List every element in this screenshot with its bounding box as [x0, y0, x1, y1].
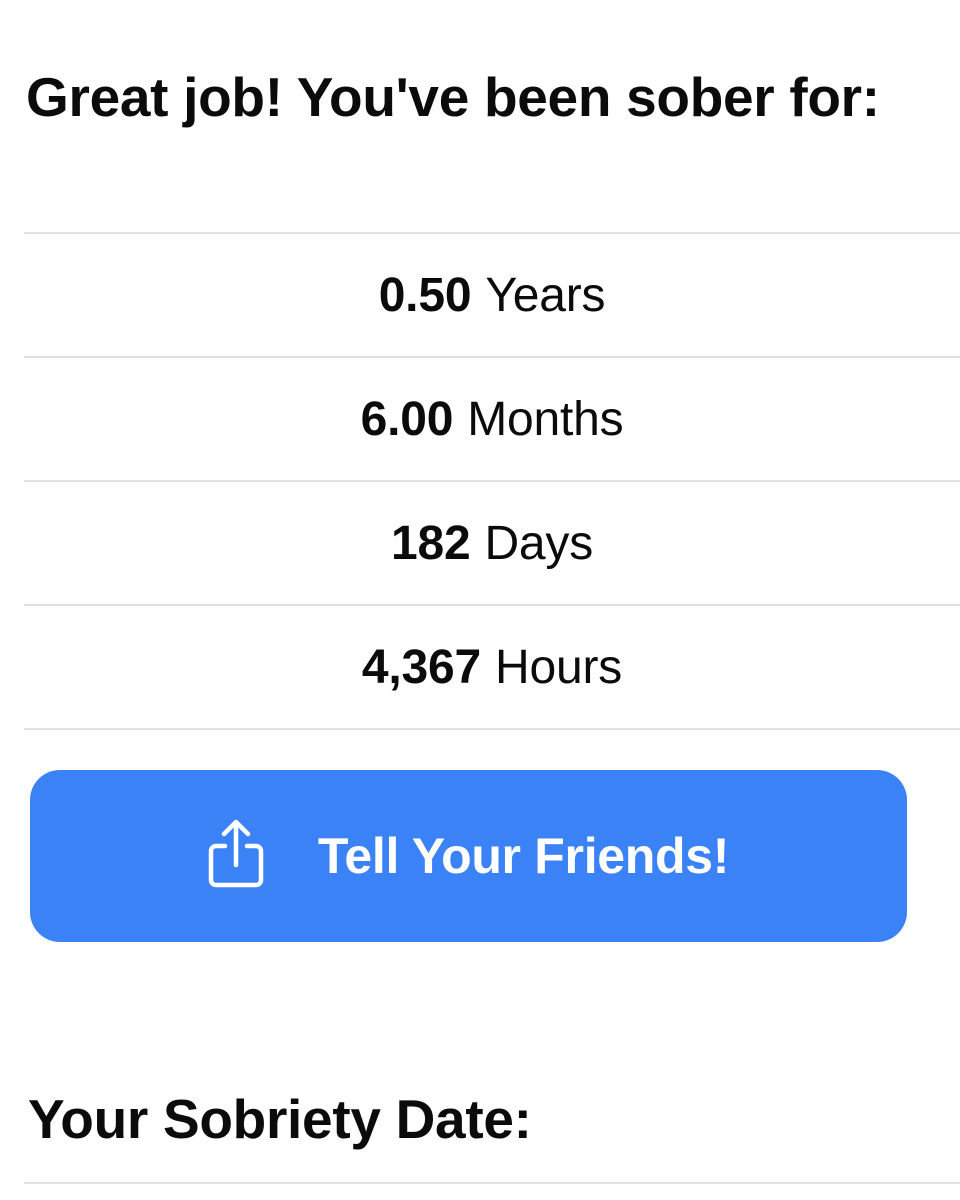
sobriety-stats-list: 0.50 Years 6.00 Months 182 Days 4,367 Ho…: [24, 232, 960, 730]
sobriety-counter-screen: Great job! You've been sober for: 0.50 Y…: [0, 0, 960, 1200]
stat-value: 182: [390, 516, 471, 570]
stat-unit: Months: [467, 392, 624, 446]
sobriety-date-heading: Your Sobriety Date:: [28, 1088, 532, 1150]
stat-unit: Days: [484, 516, 594, 570]
stat-unit: Years: [485, 268, 606, 322]
stat-row-days: 182 Days: [24, 482, 960, 604]
share-icon: [208, 819, 264, 888]
stat-unit: Hours: [495, 640, 623, 694]
stat-row-months: 6.00 Months: [24, 358, 960, 480]
stat-value: 4,367: [361, 640, 482, 694]
share-button-label: Tell Your Friends!: [317, 828, 730, 884]
page-title: Great job! You've been sober for:: [26, 66, 880, 128]
stat-value: 0.50: [378, 268, 472, 322]
tell-your-friends-button[interactable]: Tell Your Friends!: [30, 770, 907, 942]
divider: [24, 728, 960, 730]
divider: [24, 1182, 960, 1184]
stat-row-hours: 4,367 Hours: [24, 606, 960, 728]
stat-value: 6.00: [360, 392, 454, 446]
stat-row-years: 0.50 Years: [24, 234, 960, 356]
